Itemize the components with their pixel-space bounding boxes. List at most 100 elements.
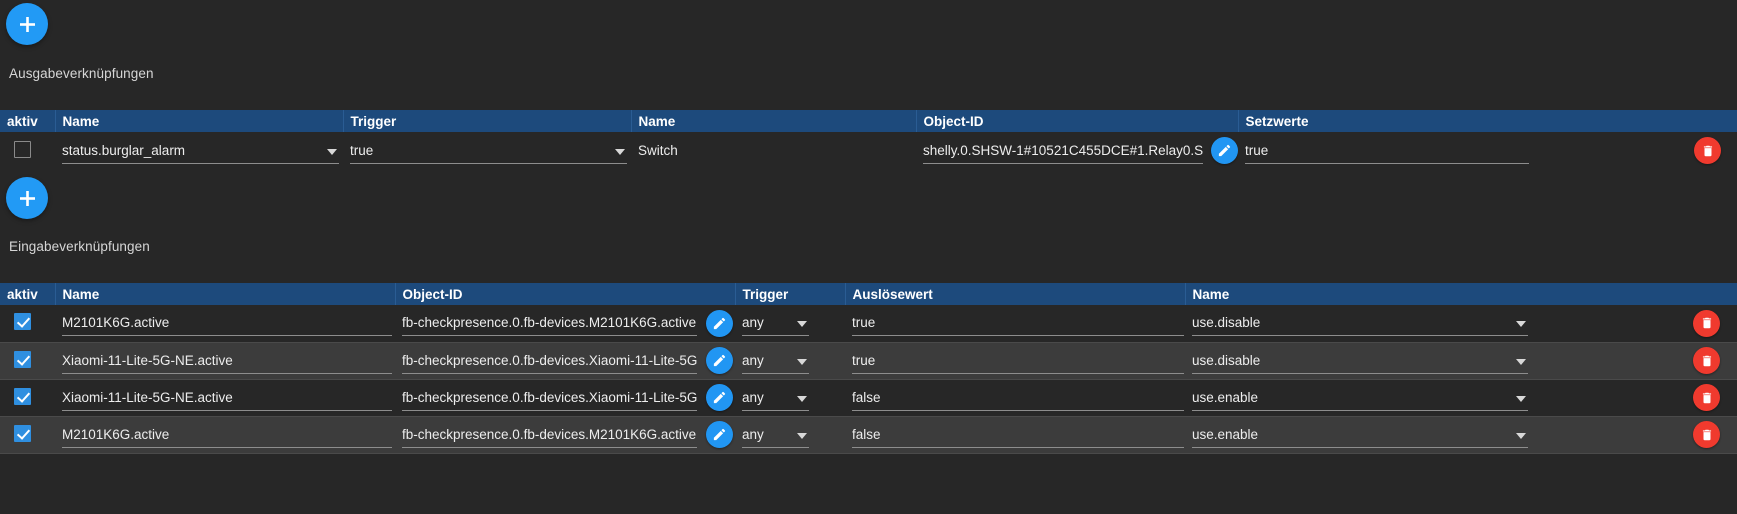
input-row-name2-cell: use.disable (1185, 341, 1737, 380)
pencil-icon (713, 354, 726, 367)
output-objectid-input[interactable]: shelly.0.SHSW-1#10521C455DCE#1.Relay0.Sw… (923, 138, 1203, 164)
table-row[interactable]: Xiaomi-11-Lite-5G-NE.active fb-checkpres… (0, 341, 1737, 380)
input-row-ausloesewert-cell: false (845, 379, 1185, 416)
delete-input-row-button[interactable] (1693, 421, 1720, 448)
plus-icon (19, 190, 35, 206)
output-links-table: aktiv Name Trigger Name Object-ID Setzwe… (0, 110, 1737, 169)
input-ausloesewert-value: true (852, 315, 876, 331)
checkbox-icon[interactable] (14, 313, 31, 331)
input-objectid-input[interactable]: fb-checkpresence.0.fb-devices.Xiaomi-11-… (402, 385, 697, 411)
input-row-ausloesewert-cell: true (845, 305, 1185, 342)
input-row-ausloesewert-cell: false (845, 415, 1185, 454)
edit-object-id-button[interactable] (706, 384, 733, 411)
input-name-value: M2101K6G.active (62, 315, 170, 331)
input-name2-value: use.enable (1192, 389, 1259, 405)
input-row-name-cell: Xiaomi-11-Lite-5G-NE.active (55, 379, 395, 416)
input-ausloesewert-input[interactable]: false (852, 422, 1184, 448)
output-trigger-value: true (350, 142, 374, 158)
output-name-select[interactable]: status.burglar_alarm (62, 138, 339, 164)
input-name2-value: use.disable (1192, 315, 1261, 331)
checkbox-icon[interactable] (14, 350, 31, 368)
output-name-value: status.burglar_alarm (62, 142, 186, 158)
table-row[interactable]: status.burglar_alarm true Switch shelly.… (0, 132, 1737, 169)
input-ausloesewert-value: false (852, 426, 881, 442)
input-objectid-input[interactable]: fb-checkpresence.0.fb-devices.M2101K6G.a… (402, 310, 697, 337)
add-input-link-button[interactable] (6, 177, 48, 219)
chevron-down-icon (797, 358, 807, 365)
checkbox-icon[interactable] (14, 424, 31, 442)
input-ausloesewert-input[interactable]: true (852, 310, 1184, 337)
input-table-body: M2101K6G.active fb-checkpresence.0.fb-de… (0, 305, 1737, 454)
input-objectid-input[interactable]: fb-checkpresence.0.fb-devices.Xiaomi-11-… (402, 348, 697, 374)
input-section-caption: Eingabeverknüpfungen (9, 239, 150, 254)
output-col-name2: Name (631, 110, 917, 132)
input-col-aktiv: aktiv (0, 283, 56, 305)
input-ausloesewert-input[interactable]: true (852, 348, 1184, 374)
input-objectid-input[interactable]: fb-checkpresence.0.fb-devices.M2101K6G.a… (402, 422, 697, 448)
input-trigger-select[interactable]: any (742, 385, 809, 411)
input-trigger-value: any (742, 389, 764, 405)
output-row-setzwerte-cell: true (1238, 132, 1737, 169)
input-name-input[interactable]: M2101K6G.active (62, 422, 392, 448)
checkbox-icon[interactable] (14, 140, 31, 158)
trash-icon (1702, 392, 1711, 403)
edit-object-id-button[interactable] (1211, 137, 1238, 164)
input-col-ausloesewert: Auslösewert (845, 283, 1186, 305)
output-setzwerte-input[interactable]: true (1245, 138, 1529, 164)
table-row[interactable]: Xiaomi-11-Lite-5G-NE.active fb-checkpres… (0, 379, 1737, 416)
delete-input-row-button[interactable] (1693, 384, 1720, 411)
input-row-name2-cell: use.disable (1185, 305, 1737, 342)
input-row-ausloesewert-cell: true (845, 341, 1185, 380)
input-name-input[interactable]: Xiaomi-11-Lite-5G-NE.active (62, 348, 392, 374)
pencil-icon (713, 317, 726, 329)
input-ausloesewert-input[interactable]: false (852, 385, 1184, 411)
chevron-down-icon (1516, 432, 1526, 439)
table-row[interactable]: M2101K6G.active fb-checkpresence.0.fb-de… (0, 415, 1737, 454)
output-row-name2-cell: Switch (631, 132, 916, 169)
input-trigger-select[interactable]: any (742, 348, 809, 374)
chevron-down-icon (1516, 395, 1526, 402)
input-name2-select[interactable]: use.enable (1192, 385, 1528, 411)
input-col-objectid: Object-ID (395, 283, 736, 305)
input-trigger-select[interactable]: any (742, 310, 809, 337)
input-row-aktiv-cell (0, 415, 55, 454)
input-col-name: Name (55, 283, 396, 305)
input-objectid-value: fb-checkpresence.0.fb-devices.M2101K6G.a… (402, 426, 697, 442)
input-row-aktiv-cell (0, 341, 55, 380)
input-trigger-value: any (742, 352, 764, 368)
edit-object-id-button[interactable] (706, 421, 733, 448)
input-name2-value: use.enable (1192, 426, 1259, 442)
checkbox-icon[interactable] (14, 387, 31, 405)
input-row-trigger-cell: any (735, 305, 845, 342)
input-row-objectid-cell: fb-checkpresence.0.fb-devices.M2101K6G.a… (395, 305, 735, 342)
edit-object-id-button[interactable] (706, 347, 733, 374)
chevron-down-icon (797, 432, 807, 439)
input-row-trigger-cell: any (735, 415, 845, 454)
input-row-name2-cell: use.enable (1185, 379, 1737, 416)
input-name2-select[interactable]: use.disable (1192, 348, 1528, 374)
table-row[interactable]: M2101K6G.active fb-checkpresence.0.fb-de… (0, 305, 1737, 342)
trash-icon (1702, 318, 1711, 329)
input-name-input[interactable]: Xiaomi-11-Lite-5G-NE.active (62, 385, 392, 411)
input-name-value: Xiaomi-11-Lite-5G-NE.active (62, 389, 233, 405)
pencil-icon (713, 428, 726, 441)
input-name-input[interactable]: M2101K6G.active (62, 310, 392, 337)
plus-icon (19, 16, 35, 32)
chevron-down-icon (1516, 321, 1526, 328)
output-name2-input[interactable]: Switch (638, 138, 912, 164)
input-name2-select[interactable]: use.disable (1192, 310, 1528, 337)
delete-input-row-button[interactable] (1693, 309, 1720, 337)
input-links-table: aktiv Name Object-ID Trigger Auslösewert… (0, 283, 1737, 454)
input-trigger-select[interactable]: any (742, 422, 809, 448)
input-name2-select[interactable]: use.enable (1192, 422, 1528, 448)
delete-input-row-button[interactable] (1693, 347, 1720, 374)
input-row-objectid-cell: fb-checkpresence.0.fb-devices.Xiaomi-11-… (395, 379, 735, 416)
add-output-link-button[interactable] (6, 3, 48, 45)
edit-object-id-button[interactable] (706, 309, 733, 337)
chevron-down-icon (797, 321, 807, 328)
delete-output-row-button[interactable] (1694, 137, 1721, 164)
output-col-name: Name (55, 110, 344, 132)
output-col-aktiv: aktiv (0, 110, 56, 132)
output-trigger-select[interactable]: true (350, 138, 627, 164)
output-table-header-row: aktiv Name Trigger Name Object-ID Setzwe… (0, 110, 1737, 132)
